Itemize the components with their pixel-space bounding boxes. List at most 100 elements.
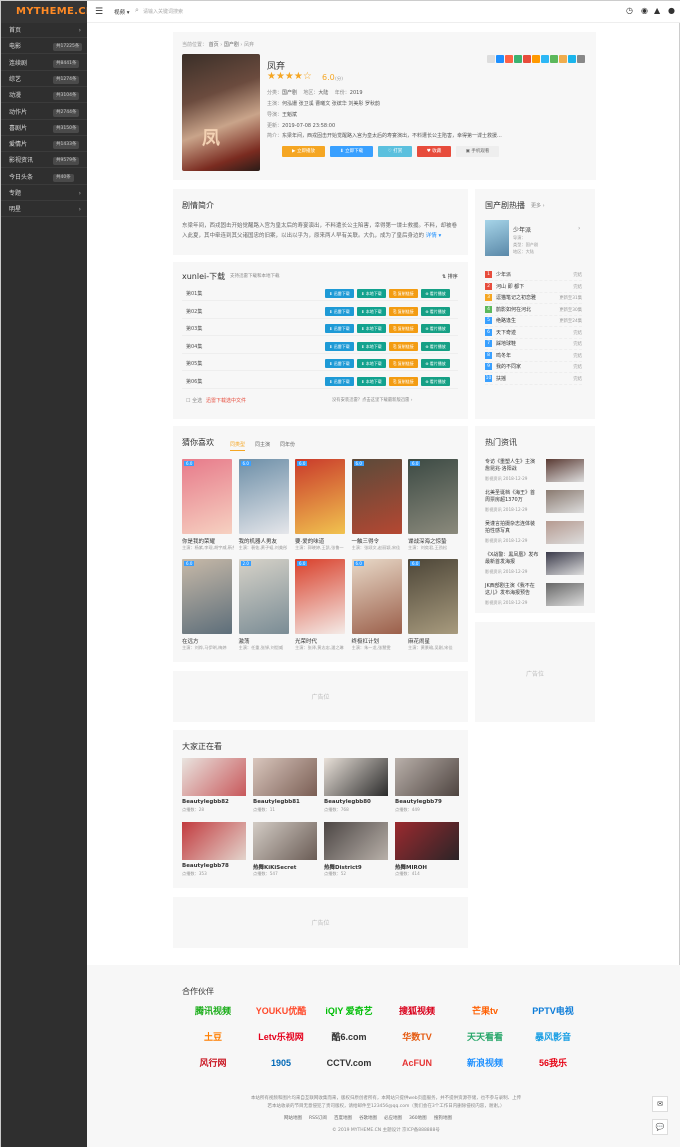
action-button[interactable]: ▣ 手机观看 [456, 146, 499, 157]
news-item-title[interactable]: 专访《重塑人生》主演詹昆兆·洛阳战 [485, 459, 539, 473]
share-icon[interactable] [487, 55, 495, 63]
hot-list-item[interactable]: 3 逗猫笔记之初恋雅 更新至31集 [485, 292, 582, 304]
share-icon[interactable] [559, 55, 567, 63]
hot-list-item[interactable]: 6 天下奇迹 完结 [485, 327, 582, 339]
movie-title[interactable]: 在远方 [182, 637, 199, 645]
download-button[interactable]: ⬇ 迅雷下载 [325, 289, 354, 298]
breadcrumb-home[interactable]: 首页 [209, 42, 219, 48]
sidebar-item[interactable]: 动漫 共3104条 [1, 89, 87, 104]
hot-list-item[interactable]: 1 少年派 完结 [485, 269, 582, 281]
action-button[interactable]: ▶ 立即播放 [282, 146, 325, 157]
history-icon[interactable]: ◷ [626, 6, 633, 15]
share-icon[interactable] [568, 55, 576, 63]
movie-title[interactable]: 终极杠计划 [352, 637, 380, 645]
sidebar-item[interactable]: 连续剧 共8441条 [1, 57, 87, 71]
movie-title[interactable]: 激荡 [239, 637, 250, 645]
video-thumbnail[interactable] [324, 822, 388, 860]
news-item-image[interactable] [546, 583, 584, 606]
chevron-right-icon[interactable]: › [578, 225, 580, 232]
search-icon[interactable]: ⌕ [135, 6, 139, 15]
news-item-title[interactable]: 《X战警：黑凤凰》发布最新首发海报 [485, 552, 539, 566]
share-icon[interactable] [514, 55, 522, 63]
episode-checkbox-label[interactable]: 第06集 [186, 378, 202, 385]
share-icon[interactable] [532, 55, 540, 63]
news-item-image[interactable] [546, 459, 584, 482]
movie-poster[interactable]: 6.0 [351, 459, 402, 534]
news-item-image[interactable] [546, 521, 584, 544]
episode-checkbox-label[interactable]: 第01集 [186, 290, 202, 297]
chat-icon[interactable]: 💬 [652, 1119, 668, 1135]
video-thumbnail[interactable] [324, 758, 388, 796]
site-logo[interactable]: MYTHEME.CN [1, 1, 94, 23]
rss-icon[interactable]: ◉ [641, 6, 648, 15]
download-button[interactable]: ⊕ 看片播放 [421, 376, 450, 386]
episode-checkbox-label[interactable]: 第02集 [186, 308, 202, 315]
partner-logo[interactable]: 搜狐视频 [386, 1001, 448, 1021]
download-button[interactable]: ⊕ 看片播放 [421, 289, 450, 298]
movie-title[interactable]: 我的机器人男友 [239, 537, 278, 545]
download-button[interactable]: ⬇ 迅雷下载 [325, 341, 354, 351]
breadcrumb-category[interactable]: 国产剧 [224, 42, 239, 48]
movie-poster[interactable]: 6.0 [408, 459, 458, 534]
wechat-icon[interactable]: ✉ [652, 1096, 668, 1112]
news-item-title[interactable]: JK西部剧主演《我不在这儿》发布海报预告 [485, 583, 539, 597]
movie-poster[interactable]: 6.0 [182, 559, 232, 634]
action-button[interactable]: ♥ 收藏 [417, 146, 451, 157]
movie-poster[interactable]: 6.0 [182, 459, 232, 534]
sidebar-item[interactable]: 爱情片 共1433条 [1, 138, 87, 153]
footer-link[interactable]: 谷歌地图 [359, 1115, 377, 1121]
guess-tab[interactable]: 同类型 [230, 441, 246, 451]
download-button[interactable]: ⊕ 看片播放 [421, 341, 450, 351]
download-button[interactable]: ⎘ 复制链接 [389, 359, 418, 368]
video-thumbnail[interactable] [253, 758, 317, 796]
hot-list-item[interactable]: 8 鸣冬年 完结 [485, 350, 582, 362]
news-item-title[interactable]: 吴谨言拍摄杂志连体装拍性感写真 [485, 521, 539, 535]
share-icon[interactable] [505, 55, 513, 63]
hot-list-item[interactable]: 10 扶摇 完结 [485, 373, 582, 385]
guess-tab[interactable]: 同主演 [255, 441, 270, 448]
partner-logo[interactable]: iQIY 爱奇艺 [318, 1001, 380, 1021]
sidebar-item[interactable]: 影视资讯 共9579条 [1, 154, 87, 169]
partner-logo[interactable]: 酷6.com [318, 1027, 380, 1047]
android-icon[interactable]: ▲ [654, 6, 660, 15]
sidebar-item[interactable]: 综艺 共1274条 [1, 73, 87, 87]
select-all-checkbox[interactable]: ☐ 全选 [186, 397, 202, 404]
video-title[interactable]: Beautylegbb82 [182, 799, 229, 805]
footer-link[interactable]: RSS订阅 [309, 1115, 327, 1121]
download-button[interactable]: ⬇ 迅雷下载 [325, 324, 354, 333]
episode-checkbox-label[interactable]: 第05集 [186, 360, 202, 367]
video-title[interactable]: 热舞MIROH [395, 863, 427, 871]
movie-poster[interactable]: 6.0 [351, 559, 402, 634]
partner-logo[interactable]: 风行网 [182, 1053, 244, 1073]
movie-title[interactable]: 要·爱的味道 [295, 537, 324, 545]
download-button[interactable]: ⬇ 迅雷下载 [325, 376, 354, 386]
partner-logo[interactable]: 天天看看 [454, 1027, 516, 1047]
movie-title[interactable]: 你是我的荣耀 [182, 537, 215, 545]
partner-logo[interactable]: AcFUN [386, 1053, 448, 1073]
video-thumbnail[interactable] [182, 822, 246, 860]
download-button[interactable]: ⎘ 复制链接 [389, 306, 418, 316]
hot-list-item[interactable]: 2 河山 即 都下 完结 [485, 281, 582, 293]
download-button[interactable]: ⬇ 本地下载 [357, 359, 386, 368]
menu-toggle-icon[interactable]: ☰ [95, 7, 103, 17]
movie-poster[interactable]: 2.0 [238, 559, 289, 634]
movie-poster[interactable]: 6.0 [238, 459, 289, 534]
sidebar-item[interactable]: 动作片 共2744条 [1, 106, 87, 120]
search-input[interactable]: 请输入关键词搜索 [143, 8, 183, 15]
region-value[interactable]: 大陆 [318, 90, 328, 96]
share-icon[interactable] [496, 55, 504, 63]
partner-logo[interactable]: 土豆 [182, 1027, 244, 1047]
video-title[interactable]: Beautylegbb78 [182, 863, 229, 869]
rating-stars[interactable]: ★★★★☆ [267, 71, 312, 82]
partner-logo[interactable]: CCTV.com [318, 1053, 380, 1073]
movie-title[interactable]: 谍战深海之惊蛰 [408, 537, 447, 545]
movie-poster[interactable]: 6.0 [408, 559, 458, 634]
partner-logo[interactable]: 暴风影音 [522, 1027, 584, 1047]
download-button[interactable]: ⊕ 看片播放 [421, 324, 450, 333]
action-button[interactable]: ♡ 打赏 [378, 146, 412, 157]
action-button[interactable]: ⬇ 立即下载 [330, 146, 373, 157]
hot-list-item[interactable]: 7 踩地球鞋 完结 [485, 338, 582, 350]
sidebar-item[interactable]: 电影 共17225条 [1, 40, 87, 55]
hot-list-item[interactable]: 5 绝路逢生 更新至24集 [485, 315, 582, 327]
download-button[interactable]: ⬇ 本地下载 [357, 324, 386, 333]
